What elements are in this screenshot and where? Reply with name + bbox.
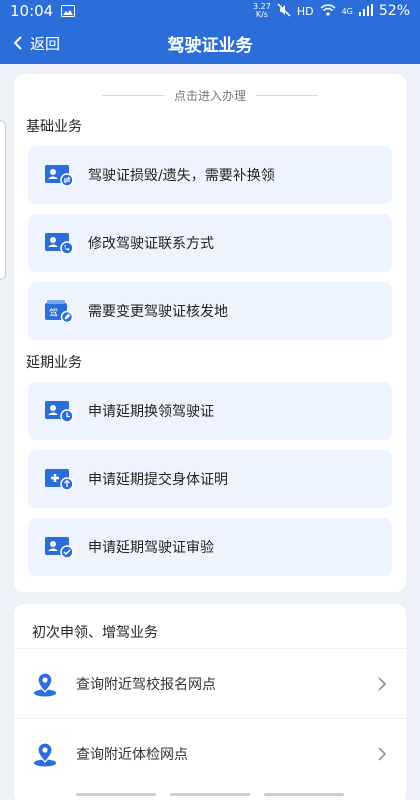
network-speed: 3.27 K/s	[253, 3, 271, 19]
side-drawer-handle[interactable]	[0, 120, 6, 280]
header: 10:04 3.27 K/s HD 4G 52% 返回 驾驶证业务	[0, 0, 420, 64]
divider	[101, 94, 164, 96]
page-title: 驾驶证业务	[167, 35, 253, 56]
home-indicator	[0, 793, 420, 796]
item-replace-license[interactable]: 驾驶证损毁/遗失，需要补换领	[28, 146, 392, 204]
section-title-extension: 延期业务	[26, 355, 82, 371]
section-title-first-apply: 初次申领、增驾业务	[32, 625, 158, 641]
license-edit-icon: 驾	[45, 300, 74, 323]
home-indicator-segment	[170, 793, 250, 796]
home-indicator-segment	[264, 793, 344, 796]
item-extend-renewal[interactable]: 申请延期换领驾驶证	[28, 382, 392, 440]
item-change-issuing-place[interactable]: 驾 需要变更驾驶证核发地	[28, 282, 392, 340]
row-nearby-medical-check[interactable]: 查询附近体检网点	[14, 718, 406, 788]
id-card-phone-icon	[45, 233, 74, 255]
back-label: 返回	[30, 34, 61, 53]
item-label: 需要变更驾驶证核发地	[88, 304, 228, 320]
id-card-clock-icon	[45, 401, 74, 423]
status-bar: 10:04 3.27 K/s HD 4G 52%	[0, 0, 420, 22]
hd-badge: HD	[296, 4, 314, 18]
first-apply-card: 初次申领、增驾业务 查询附近驾校报名网点 查询附近体检网点	[14, 604, 406, 800]
item-extend-review[interactable]: 申请延期驾驶证审验	[28, 518, 392, 576]
battery-percent: 52%	[378, 3, 410, 19]
item-change-contact[interactable]: 修改驾驶证联系方式	[28, 214, 392, 272]
row-label: 查询附近体检网点	[76, 746, 188, 763]
speed-unit: K/s	[255, 10, 268, 19]
location-pin-icon	[34, 741, 56, 766]
row-label: 查询附近驾校报名网点	[76, 676, 216, 693]
hint-text: 点击进入办理	[173, 88, 246, 103]
signal-icon	[358, 3, 373, 19]
image-icon	[61, 5, 76, 17]
item-label: 修改驾驶证联系方式	[88, 236, 214, 252]
mute-icon	[277, 3, 291, 20]
divider	[256, 94, 318, 96]
item-label: 申请延期提交身体证明	[88, 472, 228, 488]
home-indicator-segment	[76, 793, 156, 796]
svg-text:驾: 驾	[49, 308, 58, 319]
item-label: 申请延期驾驶证审验	[88, 540, 214, 556]
network-type: 4G	[341, 6, 353, 16]
section-title-basic: 基础业务	[26, 119, 82, 135]
entry-hint: 点击进入办理	[28, 86, 392, 104]
item-extend-medical[interactable]: 申请延期提交身体证明	[28, 450, 392, 508]
chevron-right-icon	[378, 746, 387, 761]
item-label: 驾驶证损毁/遗失，需要补换领	[88, 168, 275, 184]
item-label: 申请延期换领驾驶证	[88, 404, 214, 420]
nav-bar: 返回 驾驶证业务	[0, 22, 420, 64]
business-card: 点击进入办理 基础业务 驾驶证损毁/遗失，需要补换领 修改驾驶证联系方式 驾 需…	[14, 74, 406, 592]
chevron-left-icon	[13, 36, 22, 50]
medical-upload-icon	[45, 469, 74, 491]
wifi-icon	[320, 3, 336, 19]
status-time: 10:04	[10, 2, 54, 20]
row-nearby-driving-school[interactable]: 查询附近驾校报名网点	[14, 648, 406, 718]
id-card-check-icon	[45, 537, 74, 559]
location-pin-icon	[34, 671, 56, 696]
chevron-right-icon	[378, 676, 387, 691]
id-card-refresh-icon	[45, 165, 74, 187]
back-button[interactable]: 返回	[0, 33, 60, 54]
